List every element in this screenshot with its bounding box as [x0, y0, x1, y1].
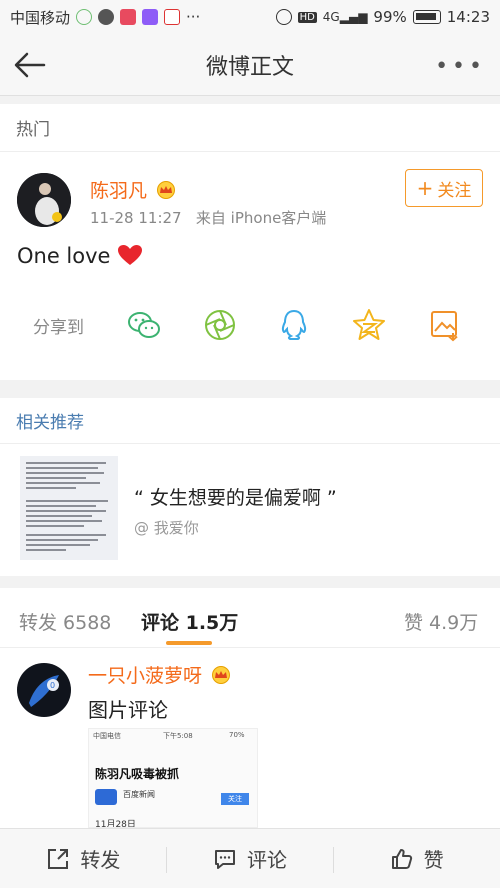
more-options-icon[interactable]: •••: [435, 54, 486, 79]
back-arrow-icon[interactable]: [12, 48, 48, 82]
comment-text: 图片评论: [88, 698, 168, 722]
image-headline: 陈羽凡吸毒被抓: [95, 767, 180, 781]
like-button[interactable]: 赞: [333, 829, 500, 888]
image-date: 11月28日: [95, 820, 136, 828]
wechat-icon: [98, 9, 115, 25]
comment-icon: [215, 849, 235, 869]
comment-label: 评论: [247, 848, 287, 872]
commenter-avatar-image: 0: [17, 663, 71, 717]
qzone-share-icon[interactable]: [351, 307, 387, 343]
more-notifications-icon: ···: [186, 8, 201, 26]
bottom-action-bar: 转发 评论 赞: [0, 828, 500, 888]
tab-comments[interactable]: 评论 1.5万: [141, 608, 238, 635]
repost-icon: [48, 848, 69, 869]
battery-icon: [412, 10, 441, 24]
comment-button[interactable]: 评论: [167, 829, 334, 888]
follow-button[interactable]: + 关注: [405, 169, 483, 207]
interaction-tabs: 转发 6588 评论 1.5万 赞 4.9万: [0, 588, 500, 648]
signal-icon: 4G▂▄▆: [322, 10, 368, 24]
crown-icon: [157, 181, 176, 199]
post-meta: 11-28 11:27 来自 iPhone客户端: [90, 207, 326, 228]
repost-button[interactable]: 转发: [0, 829, 167, 888]
carrier-label: 中国移动: [10, 8, 71, 27]
commenter-name[interactable]: 一只小菠萝呀: [88, 665, 202, 687]
author-name[interactable]: 陈羽凡: [90, 180, 147, 202]
qq-share-icon[interactable]: [276, 307, 312, 343]
related-label: 相关推荐: [16, 413, 84, 433]
related-item-title: “ 女生想要的是偏爱啊 ”: [134, 487, 337, 509]
tab-reposts[interactable]: 转发 6588: [19, 608, 111, 635]
comment-image[interactable]: 中国电信 下午5:08 70% 陈羽凡吸毒被抓 百度新闻 关注 11月28日: [88, 728, 258, 828]
wechat-share-icon[interactable]: [126, 307, 162, 343]
image-source: 百度新闻: [123, 790, 155, 799]
post-source: 来自 iPhone客户端: [195, 209, 327, 227]
news-logo-icon: [95, 789, 117, 805]
active-tab-indicator: [166, 641, 212, 645]
nav-bar: 微博正文 •••: [0, 34, 500, 96]
plus-icon: +: [416, 176, 434, 200]
notification-icon: [76, 9, 93, 25]
save-image-icon[interactable]: [427, 307, 463, 343]
like-label: 赞: [423, 848, 444, 872]
related-item-author: @ 我爱你: [134, 519, 199, 537]
repost-label: 转发: [80, 848, 121, 872]
image-follow-button: 关注: [221, 793, 249, 805]
avatar-image: [17, 173, 71, 227]
tab-likes[interactable]: 赞 4.9万: [404, 608, 478, 635]
page-title: 微博正文: [205, 54, 294, 80]
clock-label: 14:23: [446, 8, 490, 26]
crown-icon: [212, 666, 231, 684]
related-thumbnail: [20, 456, 118, 560]
alarm-icon: [275, 9, 292, 25]
image-status-time: 下午5:08: [163, 732, 193, 740]
author-name-row[interactable]: 陈羽凡: [90, 176, 176, 203]
commenter-name-row[interactable]: 一只小菠萝呀: [88, 661, 231, 688]
svg-text:0: 0: [50, 681, 55, 690]
follow-label: 关注: [437, 180, 472, 201]
share-row: 分享到: [0, 305, 500, 347]
thumbs-up-icon: [391, 848, 412, 869]
moments-share-icon[interactable]: [202, 307, 238, 343]
app-icon: [120, 9, 137, 25]
image-status-battery: 70%: [229, 731, 245, 739]
share-label: 分享到: [33, 318, 84, 338]
related-item[interactable]: “ 女生想要的是偏爱啊 ” @ 我爱你: [0, 444, 500, 576]
commenter-avatar[interactable]: 0: [17, 663, 71, 717]
status-bar: 中国移动 ··· HD 4G▂▄▆ 99% 14:23: [0, 0, 500, 34]
post-time: 11-28 11:27: [90, 209, 182, 227]
music-icon: [142, 9, 159, 25]
post-text: One love: [17, 244, 111, 268]
heart-icon: [118, 245, 143, 265]
battery-label: 99%: [373, 8, 407, 26]
related-section-header: 相关推荐: [0, 398, 500, 444]
hot-section-header: 热门: [0, 104, 500, 152]
post-content: One love: [17, 244, 143, 268]
author-avatar[interactable]: [17, 173, 71, 227]
hd-icon: HD: [297, 11, 317, 23]
app-icon: [164, 9, 181, 25]
image-status-carrier: 中国电信: [93, 732, 121, 740]
hot-label: 热门: [16, 120, 50, 140]
